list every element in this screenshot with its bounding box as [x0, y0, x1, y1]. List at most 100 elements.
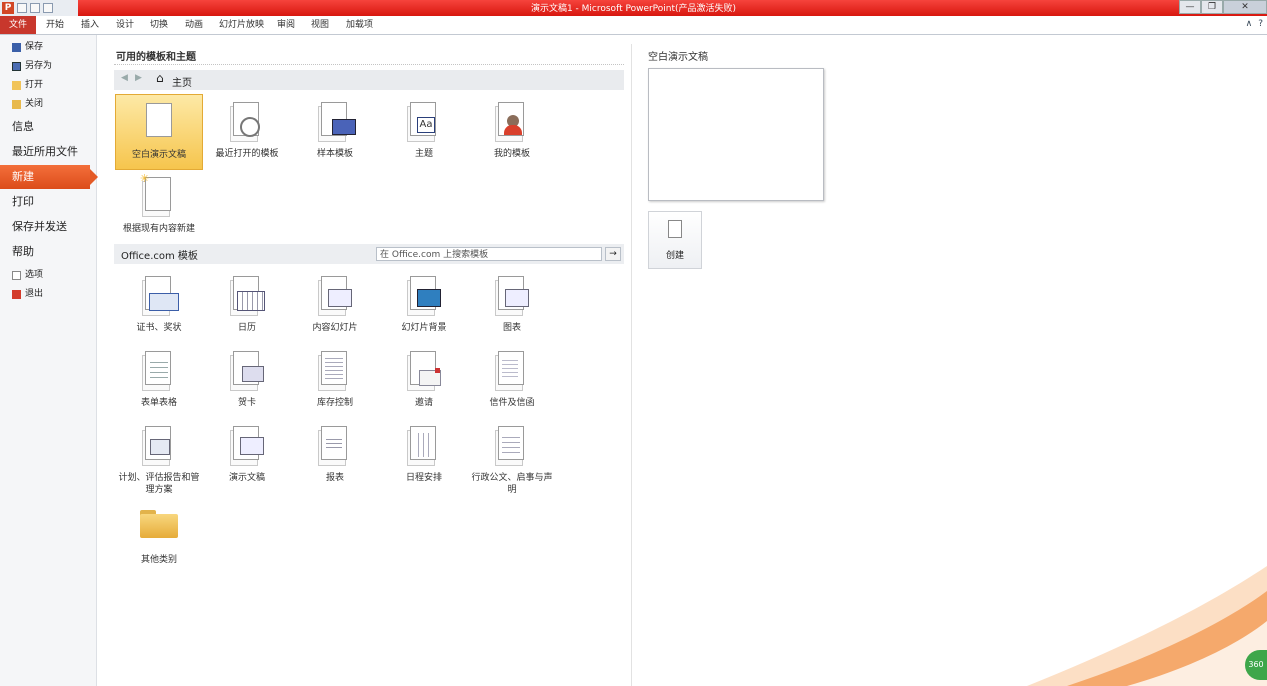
office-search-button[interactable]: →: [605, 247, 621, 261]
category-forms[interactable]: 表单表格: [115, 343, 203, 419]
template-sample[interactable]: 样本模板: [291, 94, 379, 170]
security-360-badge[interactable]: 360: [1245, 650, 1267, 680]
category-certificates[interactable]: 证书、奖状: [115, 268, 203, 344]
tab-view[interactable]: 视图: [311, 16, 329, 34]
tile-label: 最近打开的模板: [215, 149, 279, 159]
home-icon[interactable]: ⌂: [156, 71, 164, 85]
tile-label: 库存控制: [316, 398, 353, 408]
tile-label: 贺卡: [237, 398, 256, 408]
reports-icon: [318, 426, 347, 466]
template-recent[interactable]: 最近打开的模板: [203, 94, 291, 170]
nav-save-as-label: 另存为: [25, 61, 53, 71]
tile-label: 我的模板: [493, 149, 530, 159]
category-content-slides[interactable]: 内容幻灯片: [291, 268, 379, 344]
tab-home[interactable]: 开始: [46, 16, 64, 34]
template-themes[interactable]: Aa 主题: [380, 94, 468, 170]
tile-label: 行政公文、启事与声明: [471, 473, 553, 495]
tab-review[interactable]: 审阅: [277, 16, 295, 34]
template-blank-presentation[interactable]: 空白演示文稿: [115, 94, 203, 170]
tile-label: 主题: [414, 149, 433, 159]
template-new-from-existing[interactable]: ✳ 根据现有内容新建: [115, 169, 203, 245]
nav-options[interactable]: 选项: [12, 267, 43, 283]
themes-icon: Aa: [407, 102, 436, 142]
nav-save-send[interactable]: 保存并发送: [0, 215, 96, 239]
back-arrow-icon[interactable]: ◀: [121, 73, 128, 83]
category-administrative[interactable]: 行政公文、启事与声明: [468, 418, 556, 498]
nav-print[interactable]: 打印: [0, 190, 96, 214]
category-schedules[interactable]: 日程安排: [380, 418, 468, 494]
nav-exit[interactable]: 退出: [12, 286, 43, 302]
new-from-existing-icon: ✳: [140, 172, 171, 217]
category-invitations[interactable]: 邀请: [380, 343, 468, 419]
category-greeting-cards[interactable]: 贺卡: [203, 343, 291, 419]
category-letters[interactable]: 信件及信函: [468, 343, 556, 419]
calendar-icon: [230, 276, 265, 316]
heading-divider: [114, 64, 624, 65]
content-slides-icon: [318, 276, 352, 316]
tile-label: 日程安排: [405, 473, 442, 483]
forms-icon: [142, 351, 171, 391]
close-window-button[interactable]: ✕: [1223, 0, 1267, 14]
help-icon[interactable]: ?: [1258, 19, 1263, 29]
tab-transitions[interactable]: 切换: [150, 16, 168, 34]
nav-new[interactable]: 新建: [0, 165, 98, 189]
minimize-button[interactable]: —: [1179, 0, 1201, 14]
category-presentations[interactable]: 演示文稿: [203, 418, 291, 494]
category-reports[interactable]: 报表: [291, 418, 379, 494]
tab-file[interactable]: 文件: [0, 16, 36, 34]
tab-slideshow[interactable]: 幻灯片放映: [219, 16, 264, 34]
available-templates-heading: 可用的模板和主题: [116, 52, 196, 63]
category-other[interactable]: 其他类别: [115, 500, 203, 576]
nav-info[interactable]: 信息: [0, 115, 96, 139]
nav-save-label: 保存: [25, 42, 44, 52]
nav-save-as[interactable]: 另存为: [12, 58, 52, 74]
create-label: 创建: [665, 251, 684, 261]
tile-label: 根据现有内容新建: [122, 224, 195, 234]
schedule-icon: [407, 426, 436, 466]
invitation-icon: [407, 351, 441, 391]
nav-help[interactable]: 帮助: [0, 240, 96, 264]
tile-label: 内容幻灯片: [312, 323, 358, 333]
nav-save[interactable]: 保存: [12, 39, 43, 55]
presentation-icon: [230, 426, 264, 466]
tab-insert[interactable]: 插入: [81, 16, 99, 34]
slide-background-icon: [407, 276, 441, 316]
breadcrumb-home[interactable]: 主页: [172, 74, 192, 89]
forward-arrow-icon[interactable]: ▶: [135, 73, 142, 83]
office-templates-heading: Office.com 模板: [121, 251, 198, 262]
office-swoosh-decoration: [1027, 566, 1267, 686]
category-calendars[interactable]: 日历: [203, 268, 291, 344]
category-diagrams[interactable]: 图表: [468, 268, 556, 344]
tab-design[interactable]: 设计: [116, 16, 134, 34]
category-slide-backgrounds[interactable]: 幻灯片背景: [380, 268, 468, 344]
tile-label: 表单表格: [140, 398, 177, 408]
category-plans[interactable]: 计划、评估报告和管理方案: [115, 418, 203, 498]
sample-templates-icon: [318, 102, 356, 142]
minimize-ribbon-icon[interactable]: ∧: [1246, 19, 1253, 29]
tile-label: 报表: [325, 473, 344, 483]
tile-label: 其他类别: [140, 555, 177, 565]
nav-close-label: 关闭: [25, 99, 44, 109]
tile-label: 幻灯片背景: [401, 323, 447, 333]
options-icon: [12, 270, 21, 280]
blank-document-icon: [143, 103, 172, 143]
tab-addins[interactable]: 加载项: [346, 16, 373, 34]
create-button[interactable]: 创建: [648, 211, 702, 269]
tile-label: 演示文稿: [228, 473, 265, 483]
nav-open[interactable]: 打开: [12, 77, 43, 93]
nav-close[interactable]: 关闭: [12, 96, 43, 112]
certificate-icon: [142, 276, 179, 316]
nav-recent[interactable]: 最近所用文件: [0, 140, 96, 164]
nav-exit-label: 退出: [25, 289, 44, 299]
office-search-input[interactable]: 在 Office.com 上搜索模板: [376, 247, 602, 261]
template-mine[interactable]: 我的模板: [468, 94, 556, 170]
inventory-icon: [318, 351, 347, 391]
tile-label: 日历: [237, 323, 256, 333]
folder-icon: [140, 510, 178, 538]
tab-animations[interactable]: 动画: [185, 16, 203, 34]
category-inventory[interactable]: 库存控制: [291, 343, 379, 419]
pane-divider: [631, 44, 632, 686]
restore-button[interactable]: ❐: [1201, 0, 1223, 14]
administrative-icon: [495, 426, 524, 466]
breadcrumb-bar: ◀ ▶ ⌂ 主页: [114, 70, 624, 90]
